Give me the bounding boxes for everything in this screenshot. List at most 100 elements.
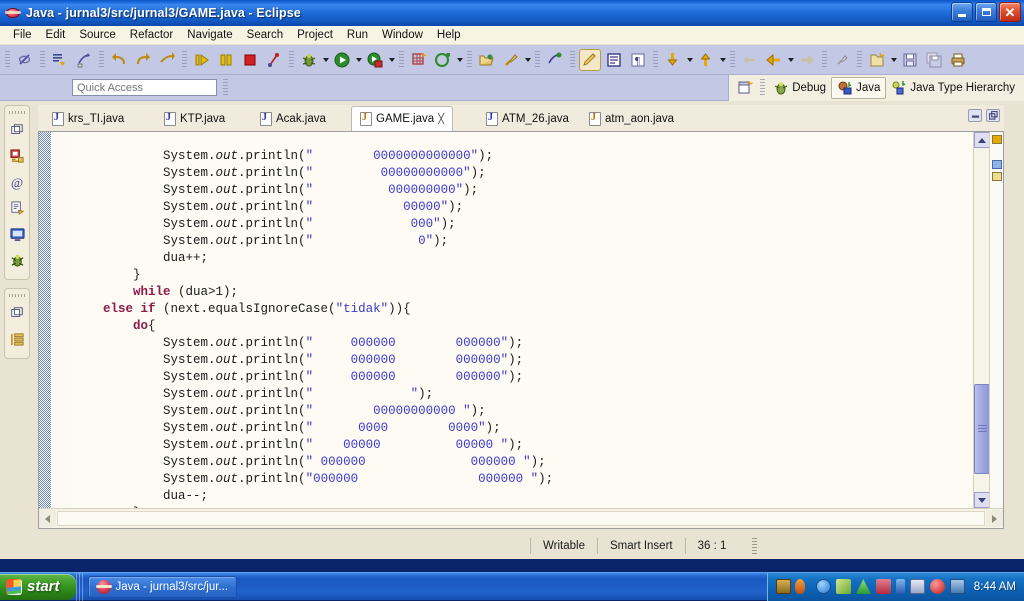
run-dropdown-arrow[interactable] — [354, 49, 363, 71]
package-explorer-icon[interactable] — [5, 144, 29, 168]
previous-annotation-dropdown-arrow[interactable] — [718, 49, 727, 71]
external-tools-icon[interactable] — [432, 49, 454, 71]
toolbar-grip-11[interactable] — [730, 51, 735, 69]
menu-item-window[interactable]: Window — [375, 28, 430, 42]
search-dropdown-arrow[interactable] — [523, 49, 532, 71]
debug-dropdown-arrow[interactable] — [321, 49, 330, 71]
console-icon[interactable] — [5, 222, 29, 246]
next-annotation-dropdown-arrow[interactable] — [685, 49, 694, 71]
overview-marker[interactable] — [992, 160, 1002, 169]
editor-tab-game[interactable]: GAME.java ╳ — [351, 106, 453, 131]
menu-item-search[interactable]: Search — [240, 28, 290, 42]
menu-item-project[interactable]: Project — [290, 28, 340, 42]
save-all-icon[interactable] — [923, 49, 945, 71]
run-icon[interactable] — [331, 49, 353, 71]
previous-annotation-icon[interactable] — [695, 49, 717, 71]
menu-item-refactor[interactable]: Refactor — [123, 28, 180, 42]
settings-icon[interactable] — [950, 579, 965, 594]
update-icon[interactable] — [795, 579, 805, 594]
save-icon[interactable] — [899, 49, 921, 71]
disconnect-icon[interactable] — [263, 49, 285, 71]
editor-tab-atm-aon[interactable]: atm_aon.java — [581, 107, 682, 131]
overview-marker[interactable] — [992, 172, 1002, 181]
toolbar-grip-6[interactable] — [399, 51, 404, 69]
toggle-mark-occurrences-icon[interactable] — [14, 49, 36, 71]
perspective-java[interactable]: Java — [831, 77, 886, 99]
editor-tab-acak[interactable]: Acak.java — [252, 107, 334, 131]
editor-tab-ktp[interactable]: KTP.java — [156, 107, 233, 131]
external-tools-dropdown-arrow[interactable] — [455, 49, 464, 71]
language-bar[interactable] — [776, 579, 811, 594]
taskbar-grip[interactable] — [76, 573, 84, 601]
toggle-marks-icon[interactable] — [579, 49, 601, 71]
editor-line-gutter[interactable] — [51, 132, 73, 508]
editor-tab-atm-26[interactable]: ATM_26.java — [478, 107, 577, 131]
next-annotation-icon[interactable] — [662, 49, 684, 71]
quick-access-grip[interactable] — [223, 79, 228, 97]
pin-icon[interactable] — [831, 49, 853, 71]
new-wizard-dropdown-arrow[interactable] — [889, 49, 898, 71]
close-icon[interactable]: ╳ — [438, 114, 444, 125]
open-task-icon[interactable] — [49, 49, 71, 71]
toolbar-grip-8[interactable] — [535, 51, 540, 69]
scroll-up-button[interactable] — [974, 132, 990, 148]
undo-icon[interactable] — [108, 49, 130, 71]
perspective-grip[interactable] — [760, 79, 765, 97]
network-icon[interactable] — [836, 579, 851, 594]
fast-view-grip-2[interactable] — [5, 292, 29, 299]
overview-marker[interactable] — [992, 135, 1002, 144]
back-dropdown-arrow[interactable] — [786, 49, 795, 71]
restore-view-icon-2[interactable] — [5, 301, 29, 325]
outline-icon[interactable] — [5, 327, 29, 351]
toolbar-grip-10[interactable] — [653, 51, 658, 69]
pilcrow-icon[interactable]: ¶ — [627, 49, 649, 71]
perspective-java-type-hierarchy[interactable]: Java Type Hierarchy — [886, 78, 1020, 98]
toolbar-grip-13[interactable] — [857, 51, 862, 69]
display-icon[interactable] — [910, 579, 925, 594]
debug-icon[interactable] — [298, 49, 320, 71]
open-perspective-button[interactable] — [734, 77, 756, 99]
toolbar-grip[interactable] — [5, 51, 10, 69]
at-sign-icon[interactable]: @ — [5, 170, 29, 194]
menu-item-help[interactable]: Help — [430, 28, 468, 42]
coverage-dropdown-arrow[interactable] — [387, 49, 396, 71]
editor-tab-krs-ti[interactable]: krs_TI.java — [44, 107, 132, 131]
overview-ruler[interactable] — [989, 132, 1003, 508]
menu-item-run[interactable]: Run — [340, 28, 375, 42]
forward-nav-icon[interactable] — [796, 49, 818, 71]
forward-icon[interactable] — [156, 49, 178, 71]
redo-icon[interactable] — [132, 49, 154, 71]
scroll-left-button[interactable] — [39, 510, 56, 527]
toolbar-grip-12[interactable] — [822, 51, 827, 69]
status-bar-grip[interactable] — [752, 538, 757, 554]
toolbar-grip-5[interactable] — [289, 51, 294, 69]
maximize-button[interactable] — [975, 2, 997, 22]
coverage-icon[interactable] — [364, 49, 386, 71]
horizontal-scroll-track[interactable] — [57, 511, 985, 526]
vertical-scroll-thumb[interactable] — [974, 384, 990, 474]
minimize-button[interactable] — [951, 2, 973, 22]
scroll-right-button[interactable] — [986, 510, 1003, 527]
new-wizard-icon[interactable] — [866, 49, 888, 71]
fast-view-grip-1[interactable] — [5, 109, 29, 116]
suspend-icon[interactable] — [215, 49, 237, 71]
maximize-editor-button[interactable] — [986, 109, 1000, 122]
toolbar-grip-3[interactable] — [99, 51, 104, 69]
alert-icon[interactable] — [930, 579, 945, 594]
last-edit-icon[interactable] — [739, 49, 761, 71]
antivirus-shield-icon[interactable] — [856, 579, 871, 594]
start-button[interactable]: start — [0, 574, 76, 600]
scroll-down-button[interactable] — [974, 492, 990, 508]
close-button[interactable]: ✕ — [999, 2, 1021, 22]
toolbar-grip-2[interactable] — [40, 51, 45, 69]
back-icon[interactable] — [763, 49, 785, 71]
menu-item-navigate[interactable]: Navigate — [180, 28, 239, 42]
editor-marker-gutter[interactable] — [39, 132, 51, 508]
debug-bug-icon[interactable] — [5, 248, 29, 272]
menu-item-edit[interactable]: Edit — [39, 28, 73, 42]
menu-item-file[interactable]: File — [6, 28, 39, 42]
quick-access-input[interactable] — [72, 79, 217, 96]
taskbar-clock[interactable]: 8:44 AM — [974, 581, 1016, 593]
search-icon[interactable] — [500, 49, 522, 71]
print-icon[interactable] — [947, 49, 969, 71]
